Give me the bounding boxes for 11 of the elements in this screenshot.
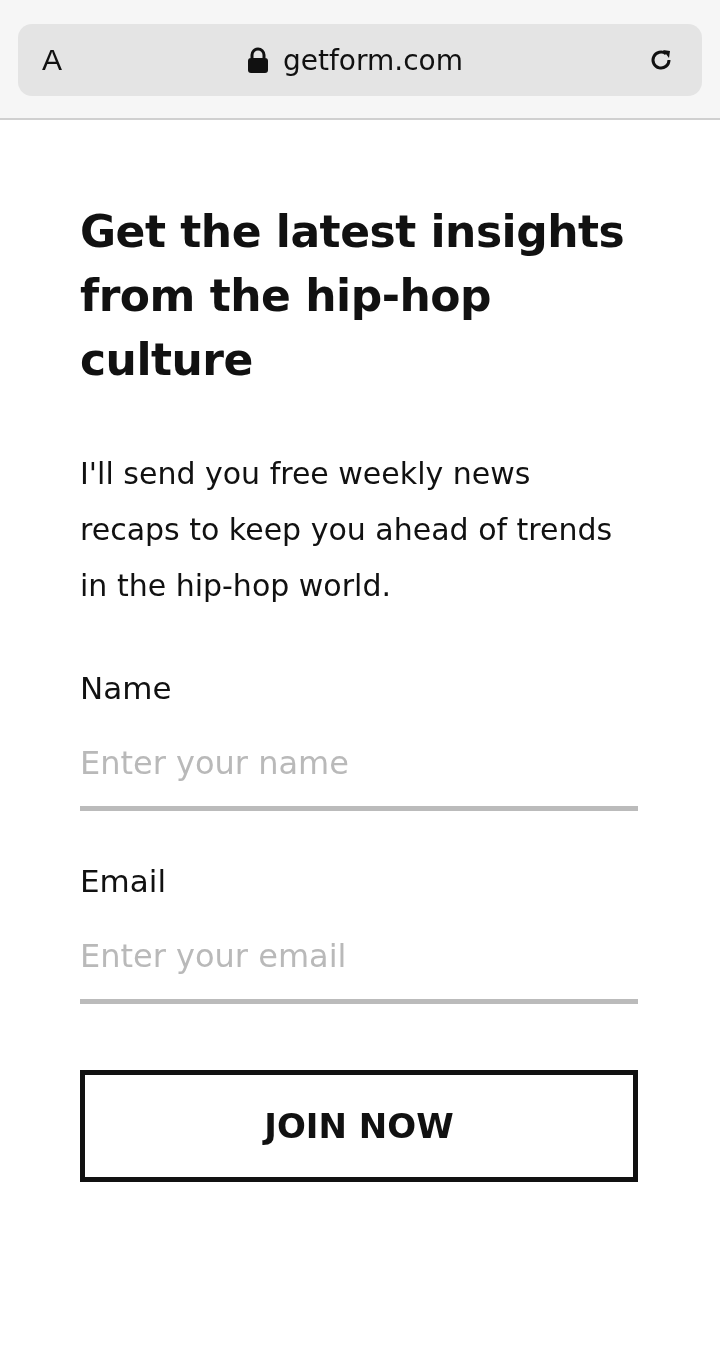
lock-icon <box>247 47 269 73</box>
url-text: getform.com <box>283 43 463 77</box>
input-field[interactable]: Enter your email <box>80 937 638 1004</box>
input-field[interactable]: Enter your name <box>80 744 638 811</box>
heading: Get the latest insights from the hip-hop culture <box>80 205 626 387</box>
field-label: Email <box>80 863 167 899</box>
field-label: Name <box>80 670 173 706</box>
reader-button[interactable]: A <box>42 43 62 77</box>
address-bar[interactable]: A getform.com <box>18 24 702 96</box>
join-button[interactable]: JOIN NOW <box>80 1070 638 1182</box>
description: I'll send you free weekly news recaps to keep you ahead of trends in the hip-hop world. <box>80 455 614 605</box>
